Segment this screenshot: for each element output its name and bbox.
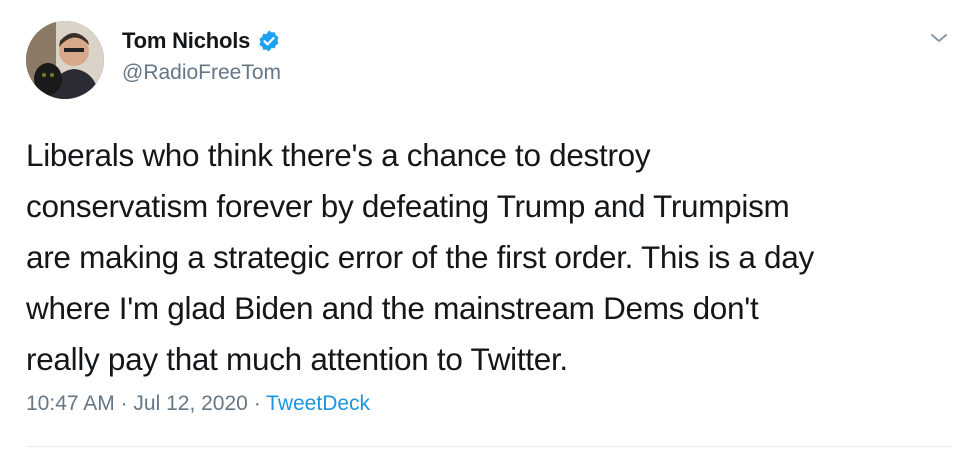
- tweet-time[interactable]: 10:47 AM: [26, 392, 115, 415]
- author-handle[interactable]: @RadioFreeTom: [122, 61, 281, 85]
- tweet-text-line: really pay that much attention to Twitte…: [26, 341, 568, 377]
- tweet-card: Tom Nichols @RadioFreeTom Liberals who t…: [0, 0, 980, 462]
- divider: [26, 446, 952, 447]
- tweet-text-line: are making a strategic error of the firs…: [26, 239, 814, 275]
- verified-badge-icon: [257, 29, 281, 53]
- author-display-name[interactable]: Tom Nichols: [122, 28, 250, 54]
- tweet-text-line: where I'm glad Biden and the mainstream …: [26, 290, 759, 326]
- chevron-down-icon[interactable]: [928, 30, 950, 46]
- tweet-text-line: Liberals who think there's a chance to d…: [26, 137, 651, 173]
- tweet-text: Liberals who think there's a chance to d…: [26, 130, 956, 385]
- author-name-row[interactable]: Tom Nichols: [122, 28, 281, 54]
- meta-separator: ·: [120, 392, 128, 415]
- meta-separator: ·: [253, 392, 261, 415]
- tweet-text-line: conservatism forever by defeating Trump …: [26, 188, 790, 224]
- tweet-meta: 10:47 AM · Jul 12, 2020 · TweetDeck: [26, 392, 370, 416]
- avatar[interactable]: [26, 21, 104, 99]
- tweet-source-link[interactable]: TweetDeck: [266, 392, 370, 415]
- tweet-date[interactable]: Jul 12, 2020: [133, 392, 247, 415]
